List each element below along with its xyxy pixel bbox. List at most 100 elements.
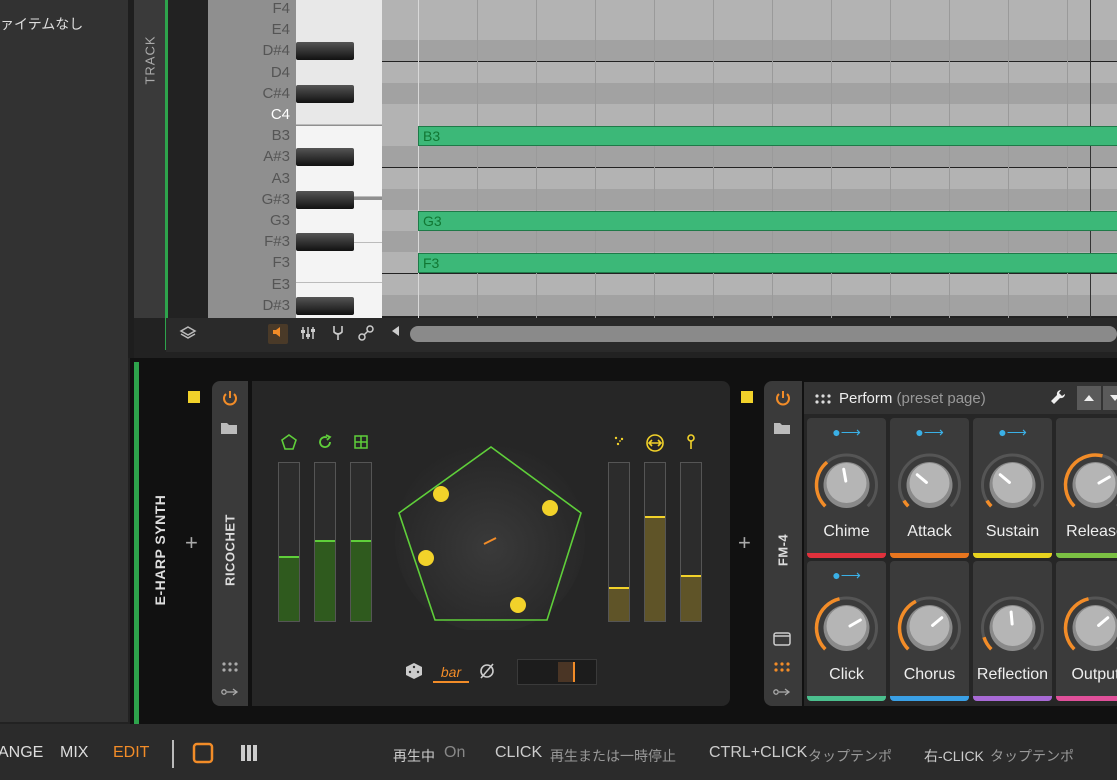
knob[interactable] bbox=[1056, 444, 1117, 524]
wrench-icon[interactable] bbox=[1049, 388, 1069, 408]
black-key[interactable] bbox=[296, 233, 354, 252]
piano-key-c4[interactable]: C4 bbox=[208, 104, 382, 125]
piano-key-dsharp3[interactable]: D#3 bbox=[208, 295, 382, 316]
piano-key-a3[interactable]: A3 bbox=[208, 168, 382, 189]
macro-click[interactable]: ●⟶ Click bbox=[807, 561, 886, 701]
sparkle-icon[interactable] bbox=[608, 433, 630, 453]
piano-key-dsharp4[interactable]: D#4 bbox=[208, 40, 382, 61]
knob[interactable] bbox=[1056, 587, 1117, 667]
knob[interactable] bbox=[890, 444, 969, 524]
modulation-arrow-icon[interactable]: ●⟶ bbox=[973, 424, 1052, 441]
piano-key-d4[interactable]: D4 bbox=[208, 62, 382, 83]
columns-icon[interactable] bbox=[240, 744, 260, 762]
modulation-arrow-icon[interactable]: ●⟶ bbox=[890, 424, 969, 441]
tab-mix[interactable]: MIX bbox=[60, 744, 88, 762]
grid-row[interactable] bbox=[382, 273, 1117, 295]
bar-mode-button[interactable]: bar bbox=[433, 664, 469, 683]
dice-icon[interactable] bbox=[405, 662, 425, 682]
page-down-button[interactable] bbox=[1103, 386, 1117, 410]
bounce-icon[interactable] bbox=[644, 433, 666, 457]
knob[interactable] bbox=[807, 587, 886, 667]
fork-icon[interactable] bbox=[328, 324, 348, 344]
macro-release[interactable]: Release bbox=[1056, 418, 1117, 558]
add-device-icon[interactable]: + bbox=[185, 530, 198, 556]
note-grid[interactable]: B3 G3 F3 bbox=[382, 0, 1117, 318]
piano-key-b3[interactable]: B3 bbox=[208, 125, 382, 146]
macro-chorus[interactable]: Chorus bbox=[890, 561, 969, 701]
grid-row[interactable] bbox=[382, 40, 1117, 62]
piano-key-e4[interactable]: E4 bbox=[208, 19, 382, 40]
macro-attack[interactable]: ●⟶ Attack bbox=[890, 418, 969, 558]
fm4-modulator-icon[interactable] bbox=[773, 684, 791, 696]
macro-reflection[interactable]: Reflection bbox=[973, 561, 1052, 701]
piano-key-asharp3[interactable]: A#3 bbox=[208, 146, 382, 167]
device-select-indicator[interactable] bbox=[188, 391, 200, 403]
left-slider-1[interactable] bbox=[278, 462, 300, 622]
piano-keyboard[interactable]: F4 E4 D#4 D4 C#4 C4 B3 A#3 A3 G#3 G3 F#3 F3 E3 D#3 bbox=[208, 0, 382, 318]
modulator-icon[interactable] bbox=[221, 684, 239, 696]
power-icon[interactable] bbox=[220, 388, 240, 408]
right-slider-1[interactable] bbox=[608, 462, 630, 622]
pin-icon[interactable] bbox=[680, 433, 702, 455]
tab-edit[interactable]: EDIT bbox=[113, 744, 149, 762]
knob[interactable] bbox=[807, 444, 886, 524]
piano-key-f4[interactable]: F4 bbox=[208, 0, 382, 19]
link-icon[interactable] bbox=[356, 324, 376, 344]
grid-row[interactable] bbox=[382, 104, 1117, 125]
modulation-arrow-icon[interactable]: ●⟶ bbox=[807, 567, 886, 584]
black-key[interactable] bbox=[296, 42, 354, 61]
scroll-left-icon[interactable] bbox=[386, 324, 406, 344]
horizontal-scrollbar[interactable] bbox=[410, 326, 1117, 342]
piano-key-csharp4[interactable]: C#4 bbox=[208, 83, 382, 104]
grid-row[interactable] bbox=[382, 294, 1117, 316]
knob[interactable] bbox=[973, 444, 1052, 524]
right-slider-2[interactable] bbox=[644, 462, 666, 622]
midi-note[interactable]: B3 bbox=[418, 126, 1117, 147]
grid-row[interactable] bbox=[382, 82, 1117, 104]
preset-page-header[interactable]: Perform (preset page) bbox=[804, 382, 1117, 414]
right-slider-3[interactable] bbox=[680, 462, 702, 622]
piano-key-e3[interactable]: E3 bbox=[208, 274, 382, 295]
empty-set-icon[interactable] bbox=[478, 662, 498, 682]
left-slider-3[interactable] bbox=[350, 462, 372, 622]
knob[interactable] bbox=[890, 587, 969, 667]
layers-icon[interactable] bbox=[178, 324, 198, 344]
tab-arrange[interactable]: ANGE bbox=[0, 744, 43, 762]
midi-note[interactable]: F3 bbox=[418, 253, 1117, 274]
piano-key-gsharp3[interactable]: G#3 bbox=[208, 189, 382, 210]
rate-slider[interactable] bbox=[517, 659, 597, 685]
grid-row[interactable] bbox=[382, 19, 1117, 41]
grid-icon[interactable] bbox=[350, 433, 372, 455]
macro-output[interactable]: Output bbox=[1056, 561, 1117, 701]
black-key[interactable] bbox=[296, 296, 354, 315]
device-select-indicator-2[interactable] bbox=[741, 391, 753, 403]
add-device-2-icon[interactable]: + bbox=[738, 530, 751, 556]
macro-chime[interactable]: ●⟶ Chime bbox=[807, 418, 886, 558]
left-slider-2[interactable] bbox=[314, 462, 336, 622]
grid-dots-icon[interactable] bbox=[221, 660, 239, 674]
black-key[interactable] bbox=[296, 190, 354, 209]
rotate-icon[interactable] bbox=[314, 433, 336, 455]
grid-row[interactable] bbox=[382, 231, 1117, 253]
panel-toggle-icon[interactable] bbox=[192, 742, 214, 764]
knob[interactable] bbox=[973, 587, 1052, 667]
grid-row[interactable] bbox=[382, 61, 1117, 83]
fm4-folder-icon[interactable] bbox=[773, 421, 793, 437]
ricochet-display[interactable] bbox=[392, 440, 588, 633]
macro-sustain[interactable]: ●⟶ Sustain bbox=[973, 418, 1052, 558]
grid-row[interactable] bbox=[382, 0, 1117, 19]
black-key[interactable] bbox=[296, 148, 354, 167]
fm4-power-icon[interactable] bbox=[773, 388, 793, 408]
grid-row[interactable] bbox=[382, 167, 1117, 189]
pentagon-icon[interactable] bbox=[278, 433, 300, 455]
piano-key-fsharp3[interactable]: F#3 bbox=[208, 231, 382, 252]
fm4-grid-dots-icon[interactable] bbox=[773, 660, 791, 674]
grid-row[interactable] bbox=[382, 146, 1117, 168]
folder-icon[interactable] bbox=[220, 421, 240, 437]
piano-key-f3[interactable]: F3 bbox=[208, 252, 382, 273]
black-key[interactable] bbox=[296, 84, 354, 103]
window-icon[interactable] bbox=[773, 632, 793, 648]
mixer-icon[interactable] bbox=[298, 324, 318, 344]
grid-row[interactable] bbox=[382, 188, 1117, 210]
modulation-arrow-icon[interactable]: ●⟶ bbox=[807, 424, 886, 441]
